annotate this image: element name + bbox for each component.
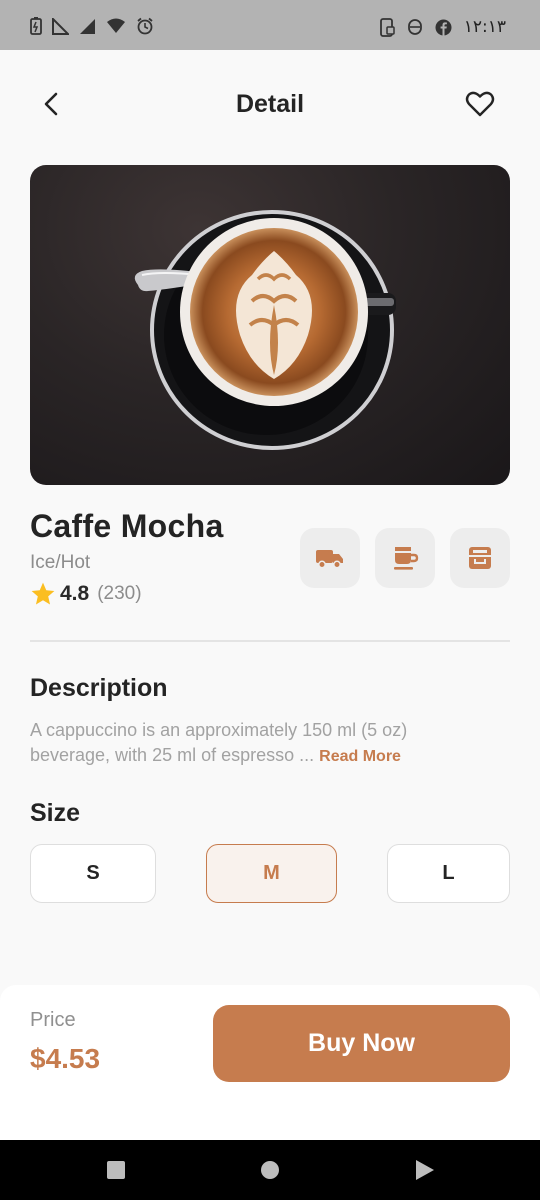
size-option-m[interactable]: M	[206, 844, 337, 903]
buy-now-button[interactable]: Buy Now	[213, 1005, 510, 1082]
alarm-icon	[137, 17, 153, 35]
header: Detail	[0, 50, 540, 160]
size-title: Size	[30, 799, 81, 827]
size-option-l[interactable]: L	[387, 844, 510, 903]
feature-coffee[interactable]	[375, 528, 435, 588]
rating-score: 4.8	[60, 582, 90, 605]
rating-count: (230)	[97, 583, 142, 604]
favorite-button[interactable]	[464, 88, 496, 120]
coffee-cup-photo	[134, 210, 396, 450]
product-image	[30, 165, 510, 485]
status-left-icons	[30, 17, 154, 35]
battery-saver-icon	[30, 17, 42, 35]
price-value: $4.53	[30, 1043, 101, 1074]
heart-icon	[465, 91, 495, 117]
status-right-icons: ١٢:١٣	[379, 17, 506, 37]
description-text: A cappuccino is an approximately 150 ml …	[30, 718, 490, 769]
coffee-cup-icon	[394, 547, 419, 570]
page-title: Detail	[235, 90, 305, 118]
price-label: Price	[30, 1009, 76, 1031]
signal-icon-2	[80, 18, 95, 34]
product-name: Caffe Mocha	[30, 508, 224, 544]
feature-icons	[300, 528, 510, 588]
currency-icon	[407, 19, 422, 35]
status-bar: ١٢:١٣	[0, 0, 540, 50]
divider	[30, 640, 510, 642]
signal-icon	[52, 17, 69, 35]
milk-box-icon	[469, 547, 491, 569]
read-more-link[interactable]: Read More	[319, 748, 401, 765]
product-rating: 4.8 (230)	[30, 581, 142, 607]
navigation-bar	[0, 1140, 540, 1200]
product-variant: Ice/Hot	[30, 552, 91, 573]
home-button[interactable]	[261, 1161, 279, 1179]
feature-delivery[interactable]	[300, 528, 360, 588]
facebook-icon	[435, 19, 452, 36]
back-nav-button[interactable]	[416, 1160, 434, 1180]
status-clock: ١٢:١٣	[463, 17, 506, 37]
delivery-truck-icon	[316, 550, 343, 569]
feature-milk[interactable]	[450, 528, 510, 588]
recent-apps-button[interactable]	[107, 1161, 125, 1179]
size-option-s[interactable]: S	[30, 844, 156, 903]
wifi-icon	[107, 18, 125, 33]
description-title: Description	[30, 674, 168, 702]
phone-screen-icon	[379, 17, 395, 37]
purchase-bar: Price $4.53 Buy Now	[0, 985, 540, 1140]
star-icon	[31, 582, 55, 605]
